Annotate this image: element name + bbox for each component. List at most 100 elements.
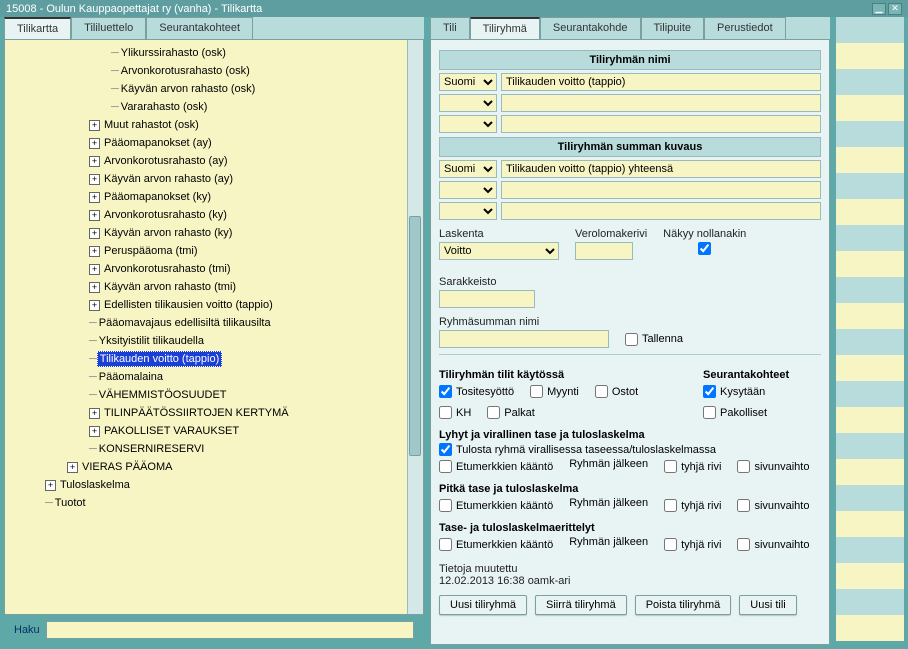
tree-label[interactable]: Ylikurssirahasto (osk) [119,46,228,60]
pitka-etumerkki-cb[interactable] [439,499,452,512]
expand-icon[interactable]: + [89,156,100,167]
tree-label[interactable]: Pääomapanokset (ky) [102,190,213,204]
pitka-tyhja-cb[interactable] [664,499,677,512]
tallenna-checkbox[interactable] [625,333,638,346]
scroll-thumb[interactable] [409,216,421,456]
expand-icon[interactable]: + [89,426,100,437]
nakyy-checkbox[interactable] [663,242,746,255]
tree-label[interactable]: Arvonkorotusrahasto (ay) [102,154,230,168]
verolomake-input[interactable] [575,242,633,260]
close-icon[interactable]: ✕ [888,3,902,15]
uusi-tiliryhma-button[interactable]: Uusi tiliryhmä [439,595,527,615]
tab-tilikartta[interactable]: Tilikartta [4,17,71,39]
tulosta-checkbox[interactable] [439,443,452,456]
tree-label[interactable]: Pääomapanokset (ay) [102,136,214,150]
expand-icon[interactable]: + [89,210,100,221]
expand-icon[interactable]: + [89,174,100,185]
tree-label[interactable]: Arvonkorotusrahasto (osk) [119,64,252,78]
tree-node[interactable]: +Arvonkorotusrahasto (tmi) [7,260,421,278]
tree-label[interactable]: PAKOLLISET VARAUKSET [102,424,241,438]
tree-label[interactable]: VÄHEMMISTÖOSUUDET [97,388,229,402]
tree-node[interactable]: ─Pääomavajaus edellisiltä tilikausilta [7,314,421,332]
tree-label[interactable]: KONSERNIRESERVI [97,442,207,456]
tree-label[interactable]: Käyvän arvon rahasto (tmi) [102,280,238,294]
lyhyt-etumerkki-cb[interactable] [439,460,452,473]
tree-node[interactable]: ─KONSERNIRESERVI [7,440,421,458]
group-name-lang-select[interactable]: Suomi [439,73,497,91]
erittely-tyhja-cb[interactable] [664,538,677,551]
group-name-value-input[interactable] [501,73,821,91]
tab-perustiedot[interactable]: Perustiedot [704,17,786,39]
lyhyt-sivu-cb[interactable] [737,460,750,473]
tree-label[interactable]: Tuloslaskelma [58,478,132,492]
tilit-ostot-checkbox[interactable] [595,385,608,398]
uusi-tili-button[interactable]: Uusi tili [739,595,796,615]
group-sum-value-input[interactable] [501,202,821,220]
tree-node[interactable]: ─Tuotot [7,494,421,512]
group-sum-lang-select[interactable] [439,181,497,199]
tree-node[interactable]: ─Ylikurssirahasto (osk) [7,44,421,62]
tree-label[interactable]: Vararahasto (osk) [119,100,210,114]
expand-icon[interactable]: + [45,480,56,491]
group-name-lang-select[interactable] [439,94,497,112]
tilit-kh-checkbox[interactable] [439,406,452,419]
tab-tili[interactable]: Tili [430,17,470,39]
tree-label[interactable]: Yksityistilit tilikaudella [97,334,206,348]
tree-node[interactable]: ─Yksityistilit tilikaudella [7,332,421,350]
tree-node[interactable]: +Pääomapanokset (ky) [7,188,421,206]
poista-tiliryhma-button[interactable]: Poista tiliryhmä [635,595,732,615]
expand-icon[interactable]: + [89,246,100,257]
minimize-icon[interactable]: ▁ [872,3,886,15]
expand-icon[interactable]: + [89,264,100,275]
ryhmasumma-input[interactable] [439,330,609,348]
tree-label[interactable]: Tuotot [53,496,88,510]
tree-label[interactable]: VIERAS PÄÄOMA [80,460,174,474]
group-sum-lang-select[interactable] [439,202,497,220]
tree-node[interactable]: ─Pääomalaina [7,368,421,386]
erittely-etumerkki-cb[interactable] [439,538,452,551]
search-input[interactable] [46,621,414,639]
tree-scrollbar[interactable] [407,40,423,614]
tree-label[interactable]: Arvonkorotusrahasto (tmi) [102,262,233,276]
tab-tilipuite[interactable]: Tilipuite [641,17,705,39]
tree-node[interactable]: ─Arvonkorotusrahasto (osk) [7,62,421,80]
tree-node[interactable]: +Käyvän arvon rahasto (tmi) [7,278,421,296]
tree-label[interactable]: Arvonkorotusrahasto (ky) [102,208,229,222]
group-name-value-input[interactable] [501,94,821,112]
tree-node[interactable]: +Arvonkorotusrahasto (ay) [7,152,421,170]
tree-node[interactable]: +Arvonkorotusrahasto (ky) [7,206,421,224]
tree-label[interactable]: Tilikauden voitto (tappio) [97,351,222,367]
tree-node[interactable]: +VIERAS PÄÄOMA [7,458,421,476]
tree-node[interactable]: ─Tilikauden voitto (tappio) [7,350,421,368]
tree-label[interactable]: Pääomavajaus edellisiltä tilikausilta [97,316,273,330]
tree-label[interactable]: Muut rahastot (osk) [102,118,201,132]
tab-seurantakohteet[interactable]: Seurantakohteet [146,17,253,39]
tree-label[interactable]: Käyvän arvon rahasto (osk) [119,82,258,96]
tab-tililuettelo[interactable]: Tililuettelo [71,17,146,39]
group-name-lang-select[interactable] [439,115,497,133]
expand-icon[interactable]: + [89,120,100,131]
tree-node[interactable]: +Edellisten tilikausien voitto (tappio) [7,296,421,314]
tree-node[interactable]: +TILINPÄÄTÖSSIIRTOJEN KERTYMÄ [7,404,421,422]
tree-node[interactable]: +Käyvän arvon rahasto (ay) [7,170,421,188]
tree-node[interactable]: +Peruspääoma (tmi) [7,242,421,260]
seuranta-pakolliset-checkbox[interactable] [703,406,716,419]
tree-label[interactable]: TILINPÄÄTÖSSIIRTOJEN KERTYMÄ [102,406,291,420]
group-sum-value-input[interactable] [501,160,821,178]
tree-node[interactable]: +Tuloslaskelma [7,476,421,494]
tree-label[interactable]: Käyvän arvon rahasto (ky) [102,226,234,240]
expand-icon[interactable]: + [89,300,100,311]
tree-node[interactable]: ─VÄHEMMISTÖOSUUDET [7,386,421,404]
sarakkeisto-input[interactable] [439,290,535,308]
tree-node[interactable]: +PAKOLLISET VARAUKSET [7,422,421,440]
tree-node[interactable]: ─Vararahasto (osk) [7,98,421,116]
group-name-value-input[interactable] [501,115,821,133]
expand-icon[interactable]: + [89,192,100,203]
expand-icon[interactable]: + [89,282,100,293]
tree-label[interactable]: Edellisten tilikausien voitto (tappio) [102,298,275,312]
tree-label[interactable]: Peruspääoma (tmi) [102,244,200,258]
tilit-tositesyöttö-checkbox[interactable] [439,385,452,398]
group-sum-lang-select[interactable]: Suomi [439,160,497,178]
tab-seurantakohde[interactable]: Seurantakohde [540,17,641,39]
expand-icon[interactable]: + [67,462,78,473]
